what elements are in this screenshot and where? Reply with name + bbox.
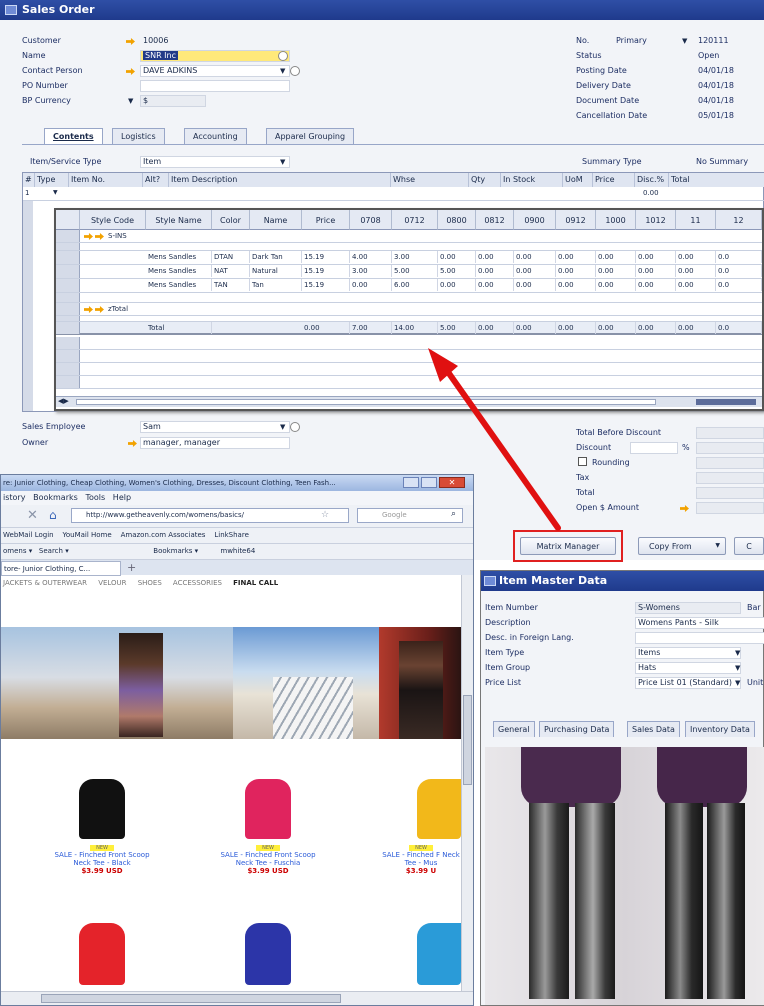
annotation-arrow: [428, 348, 561, 531]
